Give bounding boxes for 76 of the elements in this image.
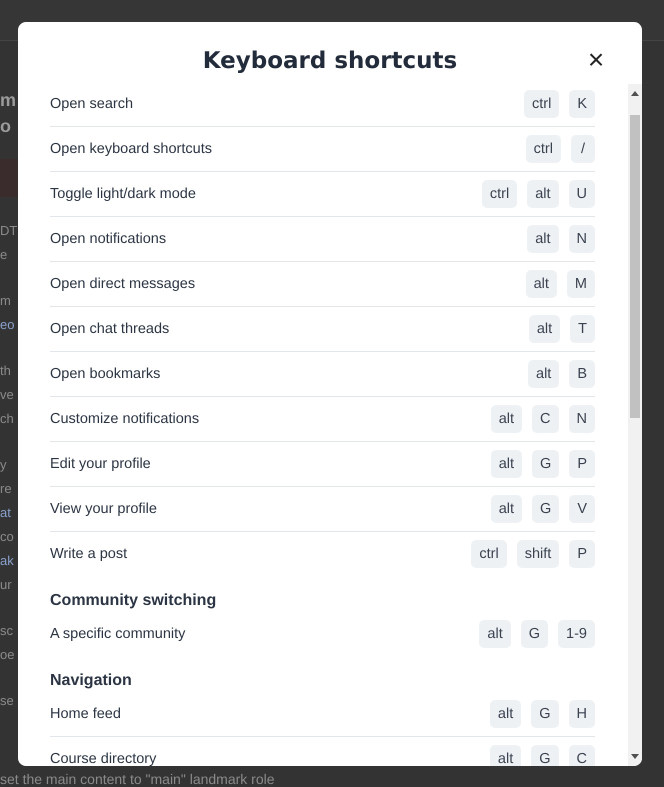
- key-cap: alt: [490, 405, 522, 433]
- page-text: re: [0, 480, 12, 498]
- key-cap: G: [531, 745, 559, 766]
- scroll-down-icon[interactable]: [631, 754, 639, 759]
- page-text: se: [0, 692, 14, 710]
- key-cap: G: [532, 450, 560, 478]
- key-cap: V: [569, 495, 595, 523]
- key-cap: N: [568, 225, 595, 253]
- key-cap: alt: [490, 495, 522, 523]
- page-heading: o: [0, 115, 11, 138]
- page-text: th: [0, 362, 11, 380]
- key-cap: U: [568, 180, 595, 208]
- key-cap: ctrl: [524, 90, 560, 118]
- key-cap: alt: [528, 360, 560, 388]
- shortcut-label: Open search: [50, 96, 134, 112]
- key-cap: C: [532, 405, 559, 433]
- page-text: e: [0, 246, 8, 264]
- shortcut-label: Edit your profile: [50, 456, 151, 472]
- page-link[interactable]: ak: [0, 549, 14, 573]
- scrollbar[interactable]: [628, 84, 642, 766]
- key-cap: shift: [516, 540, 560, 568]
- key-cap: ctrl: [471, 540, 507, 568]
- key-cap: G: [532, 495, 560, 523]
- key-cap: alt: [527, 225, 559, 253]
- page-link[interactable]: eo: [0, 313, 14, 337]
- shortcut-label: View your profile: [50, 501, 157, 517]
- shortcut-label: Open direct messages: [50, 276, 196, 292]
- shortcut-label: Open bookmarks: [50, 366, 160, 382]
- key-cap: ctrl: [482, 180, 518, 208]
- key-cap: 1-9: [558, 620, 595, 648]
- key-cap: alt: [527, 180, 559, 208]
- page-text: ur: [0, 576, 12, 594]
- shortcut-label: Open keyboard shortcuts: [50, 141, 212, 157]
- section-heading: Community switching: [50, 591, 218, 611]
- page-text: DT: [0, 222, 18, 240]
- key-cap: alt: [528, 315, 560, 343]
- key-cap: P: [569, 450, 595, 478]
- page-text: sc: [0, 622, 13, 640]
- page-heading: m: [0, 89, 16, 112]
- page-text: oe: [0, 646, 14, 664]
- shortcut-label: Open notifications: [50, 231, 166, 247]
- page-text: set the main content to "main" landmark role: [0, 771, 275, 787]
- key-cap: P: [569, 540, 595, 568]
- page-text: co: [0, 528, 14, 546]
- shortcut-label: A specific community: [50, 626, 186, 642]
- key-cap: alt: [526, 270, 557, 298]
- page-text: y: [0, 456, 6, 474]
- shortcut-label: Write a post: [50, 546, 128, 562]
- key-cap: alt: [490, 700, 522, 728]
- key-cap: alt: [490, 450, 522, 478]
- key-cap: T: [570, 315, 595, 343]
- page-text: ch: [0, 410, 14, 428]
- shortcut-label: Toggle light/dark mode: [50, 186, 196, 202]
- page-link[interactable]: at: [0, 501, 11, 525]
- key-cap: K: [569, 90, 595, 118]
- close-button[interactable]: ×: [583, 47, 609, 73]
- key-cap: G: [531, 700, 559, 728]
- dialog-title: Keyboard shortcuts: [202, 48, 458, 74]
- key-cap: N: [568, 405, 595, 433]
- key-cap: /: [571, 135, 595, 163]
- key-cap: alt: [490, 745, 522, 766]
- shortcut-label: Course directory: [50, 751, 156, 766]
- page-text: ve: [0, 386, 14, 404]
- key-cap: H: [568, 700, 595, 728]
- scroll-up-icon[interactable]: [631, 91, 639, 96]
- shortcut-label: Customize notifications: [50, 411, 200, 427]
- page-text: m: [0, 292, 11, 310]
- shortcut-label: Home feed: [50, 706, 121, 722]
- key-cap: B: [569, 360, 595, 388]
- shortcut-label: Open chat threads: [50, 321, 170, 337]
- key-cap: C: [568, 745, 595, 766]
- key-cap: ctrl: [526, 135, 561, 163]
- key-cap: G: [520, 620, 548, 648]
- section-heading: Navigation: [50, 671, 133, 691]
- key-cap: M: [566, 270, 595, 298]
- key-cap: alt: [479, 620, 511, 648]
